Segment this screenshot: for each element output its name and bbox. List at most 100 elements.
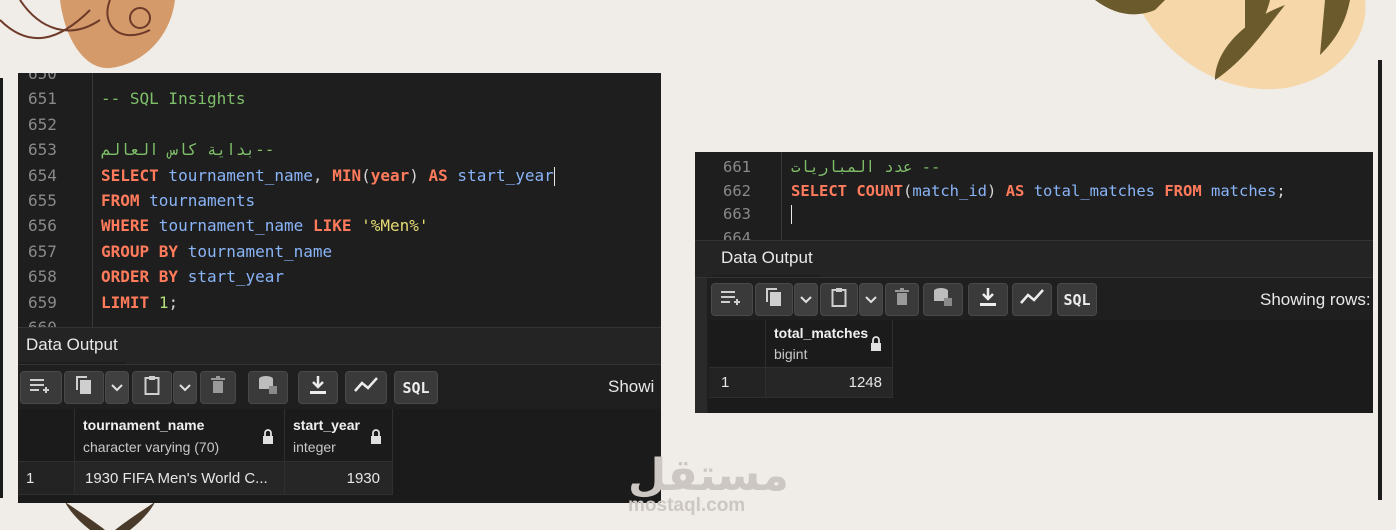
right-edge-bar <box>1378 60 1382 500</box>
query-panel-1: 650 651 -- SQL Insights 652 653 بداية كاس الع… <box>18 73 661 503</box>
code-text: SELECT COUNT(match_id) AS total_matches … <box>791 181 1286 200</box>
graph-icon <box>1020 289 1044 310</box>
delete-button[interactable] <box>200 371 236 404</box>
panel-scrollbar[interactable] <box>695 278 707 413</box>
paste-options-dropdown[interactable] <box>173 371 197 404</box>
table-cell-tournament-name[interactable]: 1930 FIFA Men's World C... <box>75 462 285 495</box>
row-number: 1 <box>26 469 35 487</box>
line-number: 655 <box>28 191 57 210</box>
left-edge-bar <box>0 78 3 498</box>
download-icon <box>979 287 997 312</box>
delete-icon <box>895 288 909 311</box>
column-header-tournament-name[interactable]: tournament_name character varying (70) <box>75 409 285 462</box>
add-row-button[interactable] <box>20 371 62 404</box>
line-number: 658 <box>28 267 57 287</box>
code-line[interactable]: 658 ORDER BY start_year <box>18 264 661 289</box>
code-line[interactable]: 655 FROM tournaments <box>18 188 661 213</box>
download-button[interactable] <box>968 283 1008 316</box>
watermark-arabic: مستقل <box>628 450 790 501</box>
add-row-icon <box>720 289 744 310</box>
query-panel-2: 661 عدد المباريات -- 662 SELECT COUNT(match… <box>695 152 1373 413</box>
column-header-start-year[interactable]: start_year integer <box>285 409 393 462</box>
add-row-button[interactable] <box>711 283 753 316</box>
lock-icon <box>370 429 382 449</box>
sql-editor-2[interactable]: 661 عدد المباريات -- 662 SELECT COUNT(match… <box>695 152 1373 240</box>
cell-value: 1930 FIFA Men's World C... <box>85 469 268 487</box>
add-row-icon <box>29 377 53 398</box>
copy-button[interactable] <box>755 283 793 316</box>
paste-button[interactable] <box>820 283 858 316</box>
download-button[interactable] <box>298 371 338 404</box>
results-toolbar-2: SQL Showing rows: <box>709 278 1373 320</box>
results-toolbar-1: SQL Showi <box>18 365 661 409</box>
paste-options-dropdown[interactable] <box>859 283 883 316</box>
table-cell-total-matches[interactable]: 1248 <box>766 368 893 398</box>
line-number: 663 <box>723 205 751 223</box>
tab-data-output[interactable]: Data Output <box>713 241 821 277</box>
cell-value: 1248 <box>848 374 882 391</box>
column-type: bigint <box>774 346 808 362</box>
code-line[interactable]: 657 GROUP BY tournament_name <box>18 239 661 264</box>
code-line[interactable]: 661 عدد المباريات -- <box>695 156 1373 180</box>
row-number: 1 <box>721 374 730 391</box>
sql-button[interactable]: SQL <box>394 371 438 404</box>
code-line[interactable]: 664 <box>695 227 1373 241</box>
tab-data-output[interactable]: Data Output <box>18 328 126 364</box>
code-line[interactable]: 652 <box>18 112 661 137</box>
delete-button[interactable] <box>885 283 919 316</box>
download-icon <box>309 375 327 400</box>
delete-icon <box>211 376 225 399</box>
row-number-header <box>18 409 75 462</box>
chevron-down-icon <box>179 379 191 397</box>
paste-icon <box>831 287 847 312</box>
code-text: ORDER BY start_year <box>101 267 285 287</box>
sql-button[interactable]: SQL <box>1057 283 1097 316</box>
sql-icon: SQL <box>402 378 430 397</box>
line-number: 654 <box>28 165 57 185</box>
code-line[interactable]: 660 <box>18 315 661 327</box>
graph-icon <box>354 377 378 398</box>
line-number: 657 <box>28 241 57 261</box>
table-row-number: 1 <box>709 368 766 398</box>
code-text: FROM tournaments <box>101 191 256 210</box>
sql-editor-1[interactable]: 650 651 -- SQL Insights 652 653 بداية كاس الع… <box>18 73 661 327</box>
line-number: 659 <box>28 292 57 312</box>
code-line[interactable]: 650 <box>18 73 661 86</box>
table-row-number: 1 <box>18 462 75 495</box>
paste-button[interactable] <box>132 371 172 404</box>
copy-options-dropdown[interactable] <box>105 371 129 404</box>
chevron-down-icon <box>800 291 812 309</box>
lock-icon <box>870 336 882 356</box>
copy-options-dropdown[interactable] <box>794 283 818 316</box>
lock-icon <box>262 429 274 449</box>
showing-rows-label: Showing rows: <box>1260 290 1371 309</box>
line-number: 660 <box>28 315 57 327</box>
column-type: character varying (70) <box>83 439 220 455</box>
sql-icon: SQL <box>1063 290 1091 309</box>
line-number: 652 <box>28 114 57 134</box>
code-line[interactable]: 653 بداية كاس العالم-- <box>18 137 661 162</box>
save-data-button[interactable] <box>923 283 963 316</box>
code-line[interactable]: 662 SELECT COUNT(match_id) AS total_match… <box>695 180 1373 204</box>
graph-visualiser-button[interactable] <box>1012 283 1052 316</box>
code-line[interactable]: 663 <box>695 203 1373 227</box>
column-name: total_matches <box>774 325 869 341</box>
paste-icon <box>144 375 160 400</box>
code-line[interactable]: 659 LIMIT 1; <box>18 290 661 315</box>
column-header-total-matches[interactable]: total_matches bigint <box>766 320 893 368</box>
save-data-button[interactable] <box>248 371 288 404</box>
code-text: LIMIT 1; <box>101 292 179 312</box>
code-text: عدد المباريات -- <box>791 158 941 176</box>
copy-button[interactable] <box>64 371 104 404</box>
code-line[interactable]: 651 -- SQL Insights <box>18 86 661 111</box>
copy-icon <box>765 287 783 312</box>
chevron-down-icon <box>865 291 877 309</box>
save-data-icon <box>933 287 953 312</box>
code-line[interactable]: 654 SELECT tournament_name, MIN(year) AS … <box>18 163 661 188</box>
column-type: integer <box>293 439 336 455</box>
graph-visualiser-button[interactable] <box>345 371 387 404</box>
code-line[interactable]: 656 WHERE tournament_name LIKE '%Men%' <box>18 213 661 238</box>
cell-value: 1930 <box>346 469 380 487</box>
code-text: GROUP BY tournament_name <box>101 241 333 261</box>
table-cell-start-year[interactable]: 1930 <box>285 462 393 495</box>
